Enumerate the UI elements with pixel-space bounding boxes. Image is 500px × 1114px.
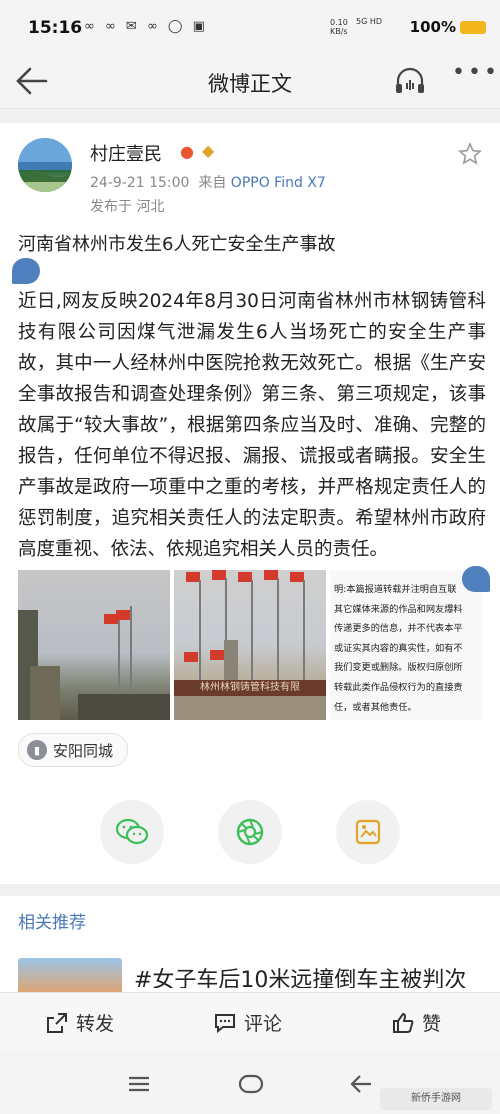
signal-label: 5G HD (356, 17, 383, 26)
verified-badge-icon: ● (180, 142, 194, 161)
battery-icon (460, 21, 486, 34)
notification-icons: ∞ ∞ ✉ ∞ ◯ ▣ (84, 19, 208, 34)
action-bar: 转发 评论 赞 (0, 992, 500, 1051)
post-image-3[interactable]: 明:本篇报道转载并注明自互联 其它媒体来源的作品和网友爆料 传递更多的信息，并不… (330, 570, 482, 720)
more-options-icon[interactable]: ••• (452, 60, 500, 85)
headphones-icon[interactable] (392, 66, 428, 96)
comment-bubble-icon[interactable] (462, 566, 490, 592)
save-image-icon (355, 819, 381, 845)
network-speed: 0.10 KB/s (330, 18, 348, 36)
avatar[interactable] (18, 138, 72, 192)
location-chip-label: 安阳同城 (53, 741, 114, 760)
net-speed-text: 0.10 KB/s (330, 18, 348, 36)
moments-icon (236, 818, 264, 846)
status-time: 15:16 (28, 18, 83, 38)
post-body: 近日,网友反映2024年8月30日河南省林州市林钢铸管科技有限公司因煤气泄漏发生… (18, 291, 486, 560)
repost-icon (47, 1012, 67, 1033)
fan-badge-icon: ◆ (202, 141, 215, 160)
share-wechat-button[interactable] (100, 800, 164, 864)
comment-icon (215, 1013, 235, 1033)
divider (0, 109, 500, 123)
device-source[interactable]: OPPO Find X7 (231, 175, 326, 191)
home-icon[interactable] (238, 1074, 264, 1098)
comment-label: 评论 (244, 1013, 283, 1035)
repost-label: 转发 (76, 1013, 115, 1035)
post-image-1[interactable] (18, 570, 170, 720)
battery-percent: 100% (409, 18, 456, 36)
wechat-icon (115, 818, 149, 845)
battery: 100% (410, 18, 486, 36)
status-bar: 15:16 ∞ ∞ ✉ ∞ ◯ ▣ 0.10 KB/s 5G HD 100% (0, 0, 500, 56)
related-title[interactable]: #女子车后10米远撞倒车主被判次 (134, 962, 484, 988)
post-image-2[interactable]: 林州林钢铸管科技有限 (174, 570, 326, 720)
repost-button[interactable]: 转发 (46, 1009, 114, 1036)
comment-bubble-icon[interactable] (12, 258, 40, 284)
post-title: 河南省林州市发生6人死亡安全生产事故 (18, 234, 336, 255)
share-moments-button[interactable] (218, 800, 282, 864)
comment-button[interactable]: 评论 (214, 1009, 282, 1036)
post-location: 发布于 河北 (90, 199, 165, 215)
author-name[interactable]: 村庄壹民 (90, 140, 162, 166)
city-icon: ▮ (27, 740, 47, 760)
image-banner-text: 林州林钢铸管科技有限 (174, 680, 326, 696)
from-label: 来自 (198, 175, 227, 191)
divider (0, 884, 500, 896)
favorite-star-icon[interactable] (458, 142, 482, 172)
post-time: 24-9-21 15:00 (90, 175, 190, 191)
top-nav: 微博正文 ••• (0, 56, 500, 109)
menu-icon[interactable] (128, 1076, 150, 1096)
like-label: 赞 (422, 1013, 442, 1035)
like-button[interactable]: 赞 (392, 1009, 441, 1036)
location-chip[interactable]: ▮ 安阳同城 (18, 733, 129, 767)
post-meta: 24-9-21 15:00 来自 OPPO Find X7 (90, 172, 326, 192)
disclaimer-text: 明:本篇报道转载并注明自互联 其它媒体来源的作品和网友爆料 传递更多的信息，并不… (334, 584, 463, 713)
watermark: 新侨手游网 (380, 1088, 492, 1110)
thumbs-up-icon (393, 1012, 414, 1033)
save-image-button[interactable] (336, 800, 400, 864)
related-heading: 相关推荐 (18, 913, 86, 933)
back-nav-icon[interactable] (350, 1074, 372, 1098)
